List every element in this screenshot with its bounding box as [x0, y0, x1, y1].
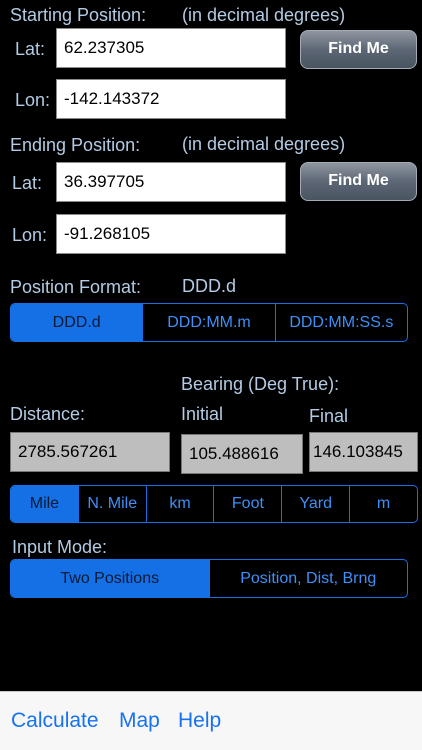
format-option-ddd-d[interactable]: DDD.d: [11, 304, 143, 341]
calculate-button[interactable]: Calculate: [11, 709, 99, 733]
end-lat-input[interactable]: 36.397705: [56, 162, 286, 202]
initial-bearing-label: Initial: [181, 404, 224, 424]
end-lon-input[interactable]: -91.268105: [56, 214, 286, 254]
unit-option-foot[interactable]: Foot: [213, 486, 281, 522]
map-button[interactable]: Map: [119, 709, 160, 733]
unit-option-meter[interactable]: m: [349, 486, 417, 522]
final-bearing-readout: 146.103845: [309, 432, 418, 472]
bottom-toolbar: Calculate Map Help: [0, 691, 422, 750]
unit-option-yard[interactable]: Yard: [281, 486, 349, 522]
start-lon-label: Lon:: [15, 90, 51, 110]
position-format-label: Position Format:: [10, 277, 142, 297]
end-find-me-button[interactable]: Find Me: [300, 162, 417, 201]
start-lon-input[interactable]: -142.143372: [56, 79, 286, 119]
mode-option-position-dist-brng[interactable]: Position, Dist, Brng: [208, 560, 408, 597]
format-option-ddd-mm-m[interactable]: DDD:MM.m: [142, 304, 274, 341]
units-segmented-control: Mile N. Mile km Foot Yard m: [10, 485, 418, 523]
unit-option-km[interactable]: km: [145, 486, 214, 522]
end-lon-label: Lon:: [12, 225, 48, 245]
final-bearing-label: Final: [309, 406, 349, 426]
ending-position-note: (in decimal degrees): [182, 134, 346, 154]
unit-option-mile[interactable]: Mile: [11, 486, 78, 522]
unit-option-nautical-mile[interactable]: N. Mile: [77, 486, 146, 522]
input-mode-segmented-control: Two Positions Position, Dist, Brng: [10, 559, 408, 598]
position-format-current: DDD.d: [182, 276, 237, 296]
start-lat-input[interactable]: 62.237305: [56, 28, 286, 68]
ending-position-heading: Ending Position:: [10, 135, 141, 155]
bearing-heading: Bearing (Deg True):: [181, 374, 340, 394]
end-lat-label: Lat:: [12, 173, 43, 193]
format-option-ddd-mm-ss-s[interactable]: DDD:MM:SS.s: [274, 304, 407, 341]
distance-readout: 2785.567261: [10, 432, 170, 472]
distance-label: Distance:: [10, 404, 86, 424]
starting-position-note: (in decimal degrees): [182, 5, 346, 25]
start-lat-label: Lat:: [15, 39, 46, 59]
starting-position-heading: Starting Position:: [10, 5, 147, 25]
initial-bearing-readout: 105.488616: [181, 434, 303, 474]
position-format-segmented-control: DDD.d DDD:MM.m DDD:MM:SS.s: [10, 303, 408, 342]
help-button[interactable]: Help: [178, 709, 221, 733]
start-find-me-button[interactable]: Find Me: [300, 30, 417, 69]
mode-option-two-positions[interactable]: Two Positions: [11, 560, 209, 597]
input-mode-label: Input Mode:: [12, 537, 108, 557]
